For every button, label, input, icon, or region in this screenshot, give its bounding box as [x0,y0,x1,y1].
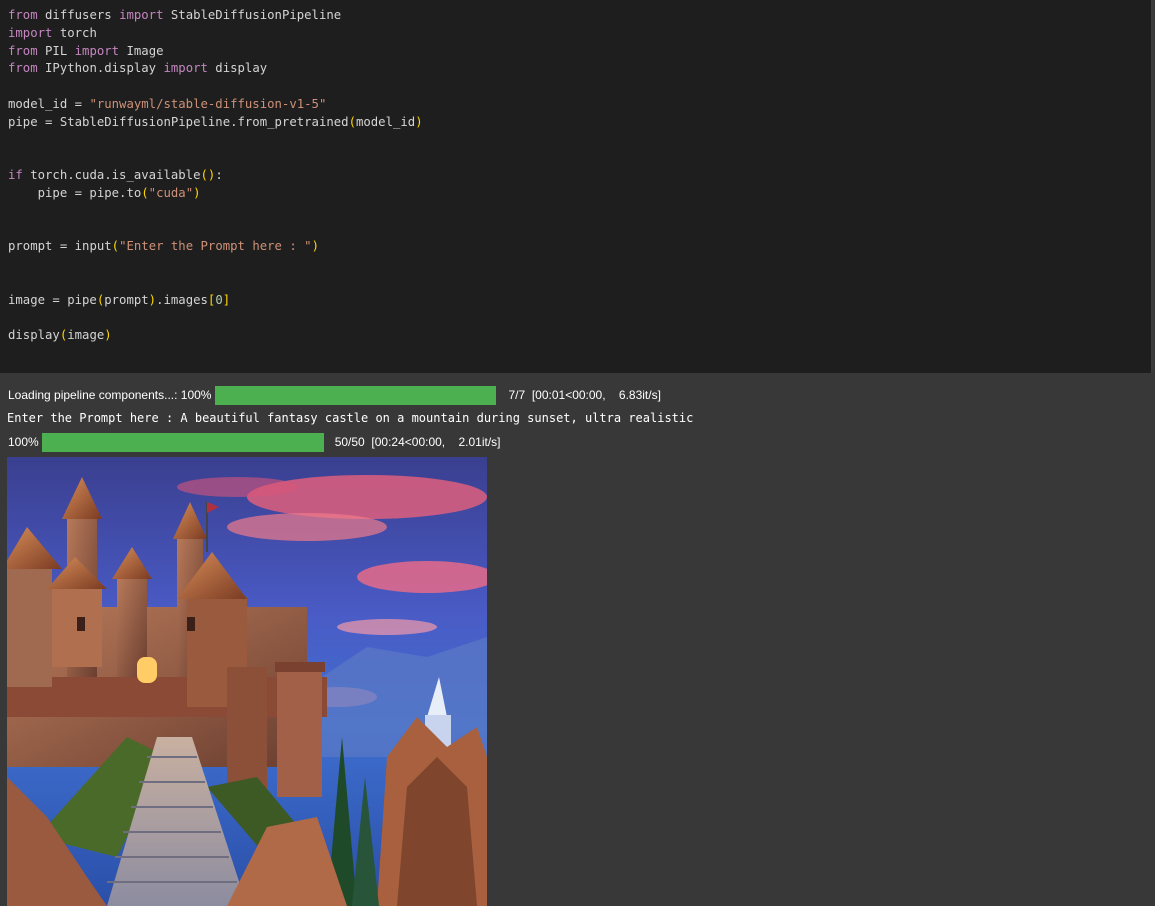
code-token: Image [119,43,164,58]
code-token: PIL [37,43,75,58]
progress-bar [215,385,497,405]
code-token: ) [311,239,319,254]
code-token: from [8,8,38,22]
code-line: import torch [8,25,423,43]
stdout-prompt-line: Enter the Prompt here : A beautiful fant… [7,411,694,425]
code-line: display(image) [8,327,423,345]
code-token: prompt [104,292,149,307]
code-token: import [8,25,53,40]
code-line: from PIL import Image [8,43,423,61]
code-line: pipe = pipe.to("cuda") [8,185,423,203]
code-editor[interactable]: from diffusers import StableDiffusionPip… [8,7,423,345]
code-token: ( [348,114,356,129]
code-token: from [8,43,38,58]
code-token: torch.cuda.is_available [22,168,201,183]
code-token: display [8,328,60,343]
code-token: ( [111,239,120,254]
code-token: input [74,239,112,254]
progress-label: 100% [8,435,39,449]
code-token: "cuda" [148,185,194,200]
code-line: from diffusers import StableDiffusionPip… [8,7,423,25]
progress-bar-fill [215,385,497,405]
generated-image [7,457,487,906]
code-token: .images [156,292,208,307]
code-cell[interactable]: from diffusers import StableDiffusionPip… [0,0,1153,373]
code-token: prompt = [8,239,75,254]
code-token: "Enter the Prompt here : " [119,239,312,254]
code-line: model_id = "runwayml/stable-diffusion-v1… [8,96,423,114]
code-line: image = pipe(prompt).images[0] [8,292,423,310]
code-token: pipe = pipe.to [8,185,142,200]
progress-bar-fill [41,432,324,452]
progress-loading-pipeline: Loading pipeline components...: 100% 7/7… [8,385,661,405]
code-token: pipe = StableDiffusionPipeline.from_pret… [8,114,349,129]
code-token: () [200,168,216,183]
code-token: ) [193,185,201,200]
code-token: image = pipe [8,292,97,307]
code-token: : [215,168,223,183]
code-token: IPython.display [37,61,164,76]
code-token: display [207,61,268,76]
progress-label: Loading pipeline components...: 100% [8,388,212,402]
code-token: "runwayml/stable-diffusion-v1-5" [89,96,327,111]
code-token: model_id [355,114,416,129]
code-token: image [67,328,105,343]
code-line: if torch.cuda.is_available(): [8,167,423,185]
code-token: torch [52,25,97,40]
code-token: diffusers [37,8,120,22]
progress-stats: 50/50 [00:24<00:00, 2.01it/s] [334,435,501,449]
code-token: 0 [215,292,223,307]
code-line: from IPython.display import display [8,60,423,78]
code-token: ] [222,292,231,307]
code-token: ( [141,185,149,200]
code-token: import [163,61,208,76]
code-token: from [8,61,38,76]
code-token: import [119,8,164,22]
code-token: if [8,168,23,183]
progress-bar [41,432,324,452]
progress-inference: 100% 50/50 [00:24<00:00, 2.01it/s] [8,432,501,452]
code-line: prompt = input("Enter the Prompt here : … [8,238,423,256]
code-token: ) [104,328,112,343]
progress-stats: 7/7 [00:01<00:00, 6.83it/s] [508,388,661,402]
code-line: pipe = StableDiffusionPipeline.from_pret… [8,114,423,132]
code-token: ) [415,114,423,129]
code-token: model_id = [8,96,90,111]
code-token: import [74,43,120,58]
code-token: ) [148,292,157,307]
code-token: StableDiffusionPipeline [163,8,342,22]
